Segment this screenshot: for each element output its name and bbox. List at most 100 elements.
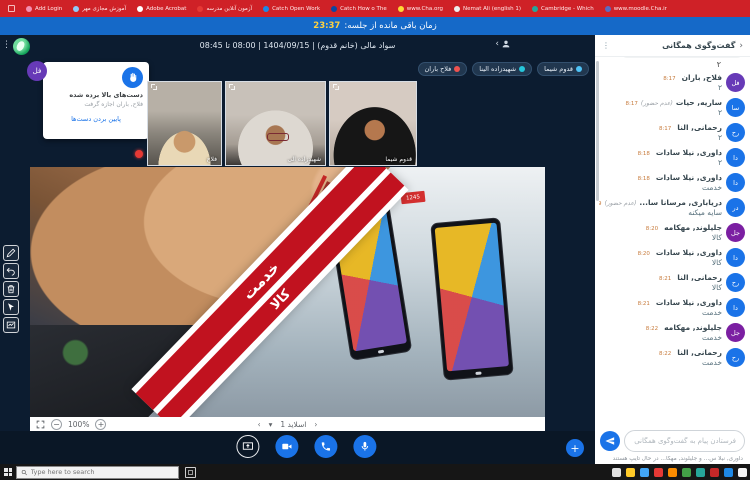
chat-message-input[interactable] <box>624 430 745 452</box>
presentation-slide[interactable]: 1245 خدمت کالا <box>30 167 545 417</box>
participant-chip-name: شهیدزاده الینا <box>479 65 516 73</box>
audio-join-button[interactable] <box>314 435 337 458</box>
avatar: فل <box>726 73 745 92</box>
next-slide-button[interactable]: ‹ <box>314 420 317 429</box>
participants-toggle[interactable]: ‹ <box>495 39 511 49</box>
webcam-button[interactable] <box>275 435 298 458</box>
pen-tool-button[interactable] <box>3 245 19 261</box>
webcam-tile[interactable]: قدوم شیما <box>329 81 417 166</box>
avatar: رح <box>726 123 745 142</box>
message-text: خدمت <box>599 358 722 367</box>
bookmark-item[interactable]: www.Cha.org <box>398 6 443 12</box>
bookmark-label: Cambridge - Which <box>541 6 594 12</box>
pointer-tool-button[interactable] <box>3 299 19 315</box>
webcam-name-label: قدوم شیما <box>385 156 412 163</box>
task-view-button[interactable] <box>185 467 196 478</box>
message-author: داوری, نیلا سادات <box>656 148 722 157</box>
webcam-name-label: شهیدزاده الی <box>287 156 321 163</box>
main-stage: ⋮ سواد مالی (خانم قدوم) | 1404/09/15 | 0… <box>0 35 595 464</box>
avatar: دا <box>726 248 745 267</box>
message-text: خدمت <box>599 183 722 192</box>
chat-message-list[interactable]: ۲ فل فلاح, باران 8:17 ۲ <box>599 57 745 420</box>
zoom-in-button[interactable]: + <box>95 419 106 430</box>
participant-chip-name: فلاح باران <box>425 65 452 73</box>
bookmark-favicon <box>197 6 203 12</box>
taskbar-app-app-green[interactable] <box>682 468 691 477</box>
webcam-tile[interactable]: فلاح <box>147 81 222 166</box>
message-time: 8:20 <box>638 251 650 257</box>
chat-back-chevron-icon[interactable]: ‹ <box>739 41 743 51</box>
window-icon[interactable] <box>8 5 15 12</box>
session-time-bar: زمان باقی مانده از جلسه: 23:37 <box>0 17 750 35</box>
taskbar-app-volume[interactable] <box>612 468 621 477</box>
expand-icon[interactable] <box>333 84 339 90</box>
participant-chip[interactable]: قدوم شیما <box>537 62 589 76</box>
whiteboard-toolbar <box>3 245 19 333</box>
message-author: رحمانی, النا <box>677 348 722 357</box>
typing-indicator: داوری, نیلا س... و جلیلوند, مهکا... در ح… <box>600 456 743 462</box>
message-time: 8:22 <box>646 326 658 332</box>
avatar: در <box>726 198 745 217</box>
expand-icon[interactable] <box>229 84 235 90</box>
windows-logo-icon <box>4 468 12 476</box>
bookmark-item[interactable]: آزمون آنلاین مدرسه <box>197 6 252 12</box>
message-time: 8:21 <box>659 276 671 282</box>
participant-chip[interactable]: شهیدزاده الینا <box>472 62 532 76</box>
status-dot-icon <box>454 66 460 72</box>
taskbar-app-app-crimson[interactable] <box>710 468 719 477</box>
taskbar-app-app-orange[interactable] <box>668 468 677 477</box>
message-time: 8:22 <box>659 351 671 357</box>
bookmark-favicon <box>532 6 538 12</box>
slide-dropdown-caret[interactable]: ▾ <box>269 420 273 429</box>
chat-options-kebab-icon[interactable]: ⋮ <box>602 41 610 50</box>
raised-hand-avatar-badge[interactable]: فل <box>27 61 47 81</box>
raised-hands-notification: دست‌های بالا برده شده فلاح, باران اجازه … <box>43 62 149 139</box>
participant-chip[interactable]: فلاح باران <box>418 62 468 76</box>
taskbar-search-input[interactable] <box>31 468 174 476</box>
send-message-button[interactable] <box>600 431 620 451</box>
start-button[interactable] <box>0 464 16 480</box>
taskbar-app-browser-blue[interactable] <box>640 468 649 477</box>
bookmark-item[interactable]: Adobe Acrobat <box>137 6 186 12</box>
clipped-message-bubble <box>621 57 743 58</box>
chat-message: دا داوری, نیلا سادات 8:18 ۲ <box>599 148 745 167</box>
taskbar-app-app-red[interactable] <box>654 468 663 477</box>
clear-annotations-button[interactable] <box>3 281 19 297</box>
avatar: رح <box>726 348 745 367</box>
zoom-out-button[interactable]: − <box>51 419 62 430</box>
actions-plus-button[interactable]: + <box>566 439 584 457</box>
avatar: رح <box>726 273 745 292</box>
mute-button[interactable] <box>353 435 376 458</box>
screenshare-button[interactable] <box>236 435 259 458</box>
bookmark-item[interactable]: Add Login <box>26 6 62 12</box>
slide-number-label[interactable]: اسلاید 1 <box>280 420 306 429</box>
message-text: کالا <box>599 233 722 242</box>
webcam-tile[interactable]: شهیدزاده الی <box>225 81 326 166</box>
presenter-chips: قدوم شیما شهیدزاده الینا فلاح باران <box>418 62 590 76</box>
bookmark-item[interactable]: Nemat Ali (english 1) <box>454 6 521 12</box>
previous-slide-button[interactable]: › <box>258 420 261 429</box>
bookmark-label: Nemat Ali (english 1) <box>463 6 521 12</box>
message-author: رحمانی, النا <box>677 123 722 132</box>
message-author: داوری, نیلا سادات <box>656 298 722 307</box>
bookmark-favicon <box>263 6 269 12</box>
bookmark-item[interactable]: Catch Open Work <box>263 6 320 12</box>
bookmark-label: Adobe Acrobat <box>146 6 186 12</box>
expand-icon[interactable] <box>151 84 157 90</box>
taskbar-app-app-teal[interactable] <box>696 468 705 477</box>
undo-button[interactable] <box>3 263 19 279</box>
taskbar-app-app-light[interactable] <box>738 468 747 477</box>
taskbar-app-app-blue[interactable] <box>724 468 733 477</box>
bookmark-item[interactable]: Cambridge - Which <box>532 6 594 12</box>
taskbar-search[interactable] <box>16 466 179 479</box>
lower-hands-action[interactable]: پایین بردن دست‌ها <box>49 115 143 123</box>
status-dot-icon <box>576 66 582 72</box>
bookmark-item[interactable]: آموزش مجازی مهر <box>73 6 126 12</box>
bookmark-item[interactable]: Catch How o The <box>331 6 387 12</box>
taskbar-app-file-explorer[interactable] <box>626 468 635 477</box>
multiuser-whiteboard-button[interactable] <box>3 317 19 333</box>
fit-to-screen-button[interactable] <box>36 420 45 429</box>
bookmark-item[interactable]: www.moodle.Cha.ir <box>605 6 667 12</box>
message-time: 8:18 <box>638 151 650 157</box>
message-text: کالا <box>599 283 722 292</box>
